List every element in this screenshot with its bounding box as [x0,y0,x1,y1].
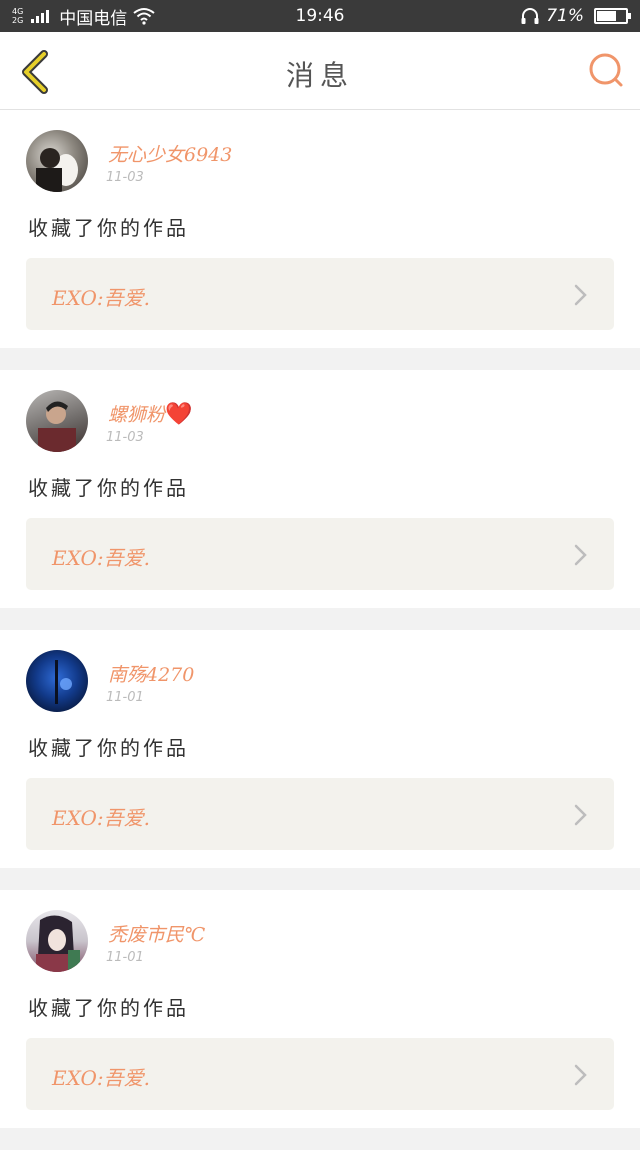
work-title: EXO:吾爱. [52,546,150,570]
message-card[interactable]: 南殇4270 11-01 收藏了你的作品 EXO:吾爱. [0,630,640,868]
battery-fill [597,11,617,21]
work-link[interactable]: EXO:吾爱. [26,778,614,850]
headphones-icon [521,8,539,24]
network-type-top: 4G [12,7,24,16]
username-text: 螺狮粉 [108,404,166,426]
wifi-icon [133,8,155,25]
message-card[interactable]: 秃废市民℃ 11-01 收藏了你的作品 EXO:吾爱. [0,890,640,1128]
username-text: 秃废市民℃ [108,924,206,946]
network-type: 4G 2G [12,7,23,25]
message-date: 11-03 [106,430,144,445]
message-action: 收藏了你的作品 [28,736,189,760]
message-date: 11-03 [106,170,144,185]
work-link[interactable]: EXO:吾爱. [26,258,614,330]
avatar[interactable] [26,130,88,192]
battery-percent: 71% [546,6,584,26]
username[interactable]: 南殇4270 [108,660,194,687]
username-emoji: ❤️ [165,402,193,427]
message-date: 11-01 [106,950,144,965]
chevron-right-icon [574,284,587,306]
carrier-name: 中国电信 [59,8,128,29]
network-type-bottom: 2G [12,16,24,25]
chevron-right-icon [574,544,587,566]
username-text: 无心少女6943 [108,144,233,166]
username[interactable]: 无心少女6943 [108,140,232,167]
search-icon [589,53,623,87]
nav-bar: 消息 [0,32,640,110]
message-action: 收藏了你的作品 [28,216,189,240]
page-title: 消息 [285,59,354,92]
avatar[interactable] [26,910,88,972]
status-right: 71% [520,6,631,26]
status-left: 4G 2G 中国电信 [12,4,155,29]
signal-icon [31,9,50,23]
avatar[interactable] [26,650,88,712]
message-card[interactable]: 无心少女6943 11-03 收藏了你的作品 EXO:吾爱. [0,110,640,348]
work-link[interactable]: EXO:吾爱. [26,518,614,590]
status-bar: 4G 2G 中国电信 19:46 71% [0,0,640,32]
username[interactable]: 秃废市民℃ [108,920,205,947]
username[interactable]: 螺狮粉❤️ [108,400,192,427]
message-date: 11-01 [106,690,144,705]
battery-icon [594,8,631,24]
chevron-right-icon [574,804,587,826]
work-title: EXO:吾爱. [52,806,150,830]
work-title: EXO:吾爱. [52,1066,150,1090]
chevron-right-icon [574,1064,587,1086]
message-action: 收藏了你的作品 [28,996,189,1020]
work-title: EXO:吾爱. [52,286,150,310]
message-action: 收藏了你的作品 [28,476,189,500]
username-text: 南殇4270 [108,664,195,686]
avatar[interactable] [26,390,88,452]
search-button[interactable] [586,50,626,90]
message-list: 无心少女6943 11-03 收藏了你的作品 EXO:吾爱. 螺狮粉❤️ 11-… [0,110,640,1150]
message-card[interactable]: 螺狮粉❤️ 11-03 收藏了你的作品 EXO:吾爱. [0,370,640,608]
work-link[interactable]: EXO:吾爱. [26,1038,614,1110]
